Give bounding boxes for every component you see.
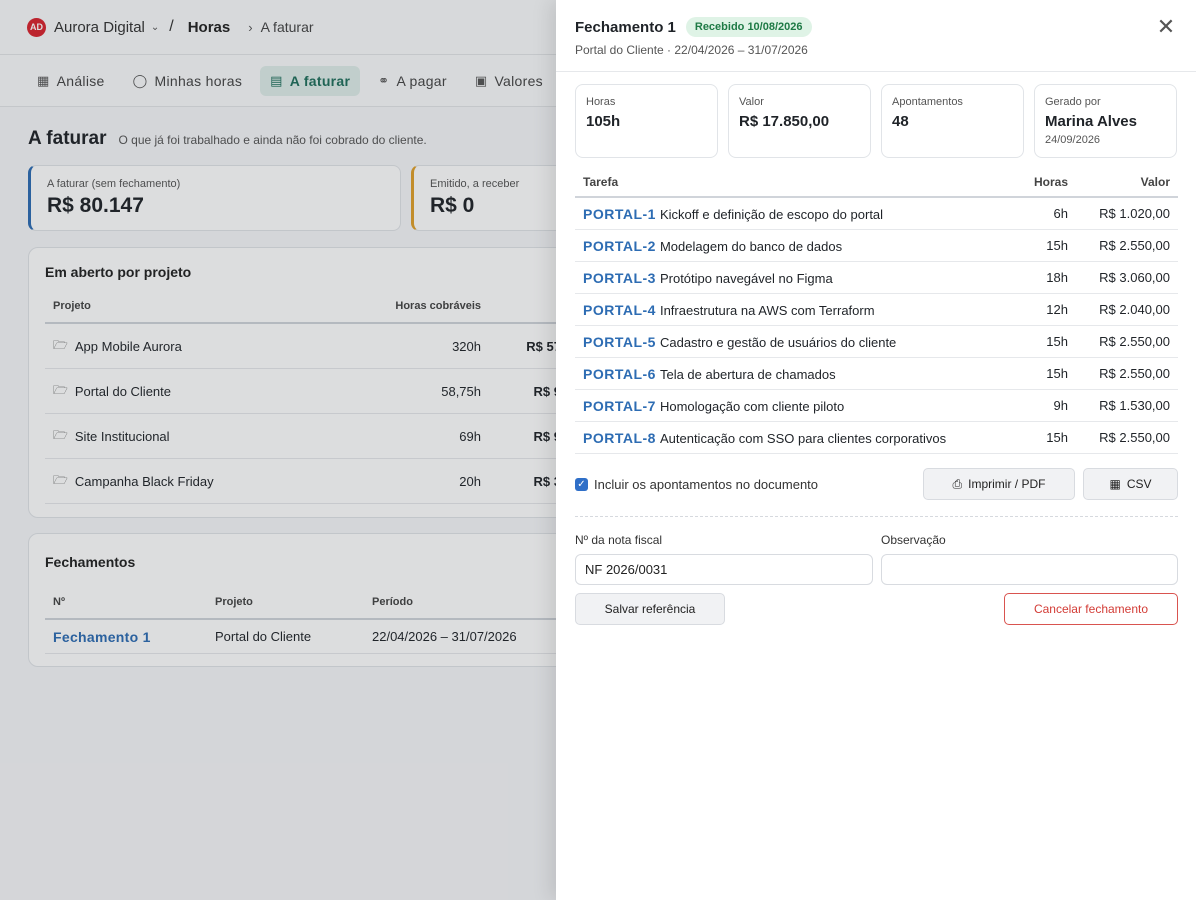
metric-card-generated-by: Gerado por Marina Alves 24/09/2026 <box>1034 84 1177 158</box>
invoice-number-input[interactable]: NF 2026/0031 <box>575 554 873 585</box>
task-hours: 18h <box>1046 270 1068 285</box>
tasks-table: Tarefa Horas Valor PORTAL-1 Kickoff e def… <box>575 168 1178 454</box>
include-entries-checkbox[interactable]: ✓ <box>575 477 588 491</box>
task-key-link[interactable]: PORTAL-1 <box>583 206 656 222</box>
task-description: Protótipo navegável no Figma <box>659 270 833 286</box>
invoice-number-label: Nº da nota fiscal <box>575 533 663 547</box>
metric-value: Marina Alves <box>1045 113 1137 130</box>
task-key-link[interactable]: PORTAL-4 <box>583 302 656 318</box>
task-hours: 15h <box>1046 334 1068 349</box>
task-description: Kickoff e definição de escopo do portal <box>659 206 884 222</box>
csv-label: CSV <box>1126 477 1152 491</box>
spreadsheet-file-icon: ▦ <box>1109 477 1121 491</box>
metric-label: Gerado por <box>1045 96 1101 108</box>
task-description: Cadastro e gestão de usuários do cliente <box>659 334 897 350</box>
csv-button[interactable]: ▦ CSV <box>1083 468 1178 500</box>
task-description: Infraestrutura na AWS com Terraform <box>659 302 875 318</box>
task-value: R$ 2.550,00 <box>1099 238 1170 253</box>
table-row: PORTAL-5 Cadastro e gestão de usuários do… <box>575 326 1178 358</box>
status-badge: Recebido 10/08/2026 <box>685 17 812 37</box>
task-hours: 6h <box>1053 206 1068 221</box>
save-reference-button[interactable]: Salvar referência <box>575 593 725 625</box>
column-header: Horas <box>1033 175 1068 189</box>
task-value: R$ 3.060,00 <box>1099 270 1170 285</box>
task-description: Modelagem do banco de dados <box>659 238 843 254</box>
task-value: R$ 2.040,00 <box>1099 302 1170 317</box>
metrics-row: Horas 105h Valor R$ 17.850,00 Apontament… <box>575 84 1177 158</box>
table-row: PORTAL-1 Kickoff e definição de escopo do… <box>575 198 1178 230</box>
metric-date: 24/09/2026 <box>1045 134 1101 146</box>
metric-label: Horas <box>586 96 616 108</box>
include-entries-label[interactable]: Incluir os apontamentos no documento <box>594 477 818 492</box>
task-description: Homologação com cliente piloto <box>659 398 845 414</box>
task-description: Tela de abertura de chamados <box>659 366 836 382</box>
table-header: Tarefa Horas Valor <box>575 168 1178 198</box>
task-value: R$ 2.550,00 <box>1099 366 1170 381</box>
metric-card-hours: Horas 105h <box>575 84 718 158</box>
print-pdf-label: Imprimir / PDF <box>968 477 1046 491</box>
task-value: R$ 1.020,00 <box>1099 206 1170 221</box>
note-input[interactable] <box>881 554 1178 585</box>
task-hours: 15h <box>1046 238 1068 253</box>
drawer-subtitle: Portal do Cliente · 22/04/2026 – 31/07/2… <box>575 43 808 57</box>
task-key-link[interactable]: PORTAL-8 <box>583 430 656 446</box>
closing-drawer: Fechamento 1 Recebido 10/08/2026 Portal … <box>556 0 1196 900</box>
table-row: PORTAL-3 Protótipo navegável no Figma 18h… <box>575 262 1178 294</box>
task-value: R$ 2.550,00 <box>1099 334 1170 349</box>
task-value: R$ 1.530,00 <box>1099 398 1170 413</box>
task-key-link[interactable]: PORTAL-7 <box>583 398 656 414</box>
task-hours: 9h <box>1053 398 1068 413</box>
note-label: Observação <box>881 533 946 547</box>
metric-card-entries: Apontamentos 48 <box>881 84 1024 158</box>
table-row: PORTAL-6 Tela de abertura de chamados 15h… <box>575 358 1178 390</box>
table-row: PORTAL-8 Autenticação com SSO para client… <box>575 422 1178 454</box>
print-pdf-button[interactable]: ⎙ Imprimir / PDF <box>923 468 1075 500</box>
cancel-closing-button[interactable]: Cancelar fechamento <box>1004 593 1178 625</box>
task-key-link[interactable]: PORTAL-2 <box>583 238 656 254</box>
metric-label: Apontamentos <box>892 96 963 108</box>
task-key-link[interactable]: PORTAL-6 <box>583 366 656 382</box>
drawer-header: Fechamento 1 Recebido 10/08/2026 Portal … <box>556 0 1196 72</box>
task-hours: 15h <box>1046 430 1068 445</box>
table-row: PORTAL-7 Homologação com cliente piloto 9… <box>575 390 1178 422</box>
column-header: Valor <box>1140 175 1170 189</box>
divider <box>575 516 1178 517</box>
task-description: Autenticação com SSO para clientes corpo… <box>659 430 947 446</box>
table-row: PORTAL-4 Infraestrutura na AWS com Terraf… <box>575 294 1178 326</box>
task-key-link[interactable]: PORTAL-3 <box>583 270 656 286</box>
task-hours: 12h <box>1046 302 1068 317</box>
metric-value: 105h <box>586 113 621 130</box>
task-hours: 15h <box>1046 366 1068 381</box>
task-value: R$ 2.550,00 <box>1099 430 1170 445</box>
metric-label: Valor <box>739 96 764 108</box>
metric-value: R$ 17.850,00 <box>739 113 830 130</box>
metric-value: 48 <box>892 113 909 130</box>
table-row: PORTAL-2 Modelagem do banco de dados 15h … <box>575 230 1178 262</box>
printer-icon: ⎙ <box>952 476 963 491</box>
close-icon[interactable]: ✕ <box>1155 16 1177 38</box>
column-header: Tarefa <box>583 175 619 189</box>
task-key-link[interactable]: PORTAL-5 <box>583 334 656 350</box>
document-options: ✓ Incluir os apontamentos no documento ⎙… <box>575 468 1178 500</box>
drawer-title: Fechamento 1 <box>575 18 676 36</box>
metric-card-value: Valor R$ 17.850,00 <box>728 84 871 158</box>
